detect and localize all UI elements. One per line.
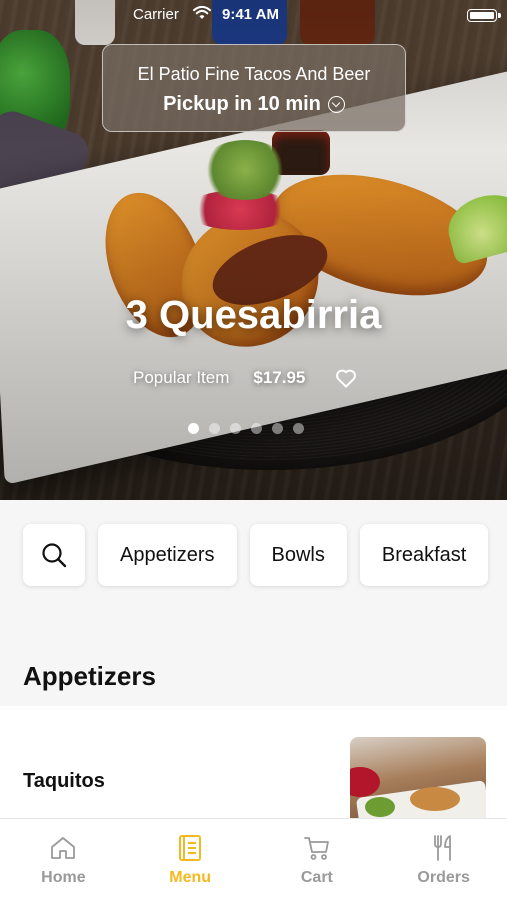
fork-knife-icon	[433, 835, 451, 861]
pickup-eta[interactable]: Pickup in 10 min	[163, 93, 345, 116]
tab-cart-label: Cart	[300, 869, 333, 886]
tab-orders[interactable]: Orders	[380, 819, 507, 900]
chevron-down-circle-icon	[327, 96, 345, 113]
tab-bar: Home Menu Cart Orders	[0, 818, 507, 900]
featured-dish-meta: Popular Item $17.95	[133, 368, 357, 388]
battery-icon	[467, 9, 501, 22]
section-title: Appetizers	[23, 661, 156, 691]
home-icon	[51, 837, 76, 859]
carrier-label: Carrier	[133, 6, 179, 23]
tab-home-label: Home	[41, 869, 86, 886]
restaurant-name: El Patio Fine Tacos And Beer	[137, 64, 371, 84]
status-bar: Carrier 9:41 AM	[0, 4, 507, 26]
photo-decor	[365, 797, 395, 817]
photo-decor	[410, 787, 460, 811]
heart-icon[interactable]	[335, 368, 357, 388]
photo-decor	[350, 767, 380, 797]
featured-price: $17.95	[253, 368, 306, 387]
category-chips: Appetizers Bowls Breakfast	[23, 524, 489, 586]
hero-banner[interactable]: Carrier 9:41 AM El Patio Fine Tacos And …	[0, 0, 507, 500]
carousel-dot[interactable]	[251, 423, 262, 434]
carousel-dot[interactable]	[230, 423, 241, 434]
tab-home[interactable]: Home	[0, 819, 127, 900]
menu-book-icon	[179, 835, 202, 861]
carousel-dot[interactable]	[272, 423, 283, 434]
tab-orders-label: Orders	[417, 869, 470, 886]
clock-label: 9:41 AM	[222, 6, 279, 23]
pickup-card[interactable]: El Patio Fine Tacos And Beer Pickup in 1…	[102, 44, 406, 132]
tab-cart[interactable]: Cart	[254, 819, 381, 900]
featured-tag: Popular Item	[133, 368, 230, 387]
carousel-dots[interactable]	[188, 423, 304, 434]
cart-icon	[303, 837, 329, 860]
carousel-dot[interactable]	[293, 423, 304, 434]
wifi-icon	[193, 6, 211, 19]
menu-item-photo[interactable]	[350, 737, 486, 825]
category-chip-breakfast[interactable]: Breakfast	[359, 524, 489, 586]
category-chip-bowls[interactable]: Bowls	[249, 524, 347, 586]
carousel-dot[interactable]	[209, 423, 220, 434]
search-button[interactable]	[23, 524, 85, 586]
menu-item-name[interactable]: Taquitos	[23, 770, 105, 793]
pickup-eta-label: Pickup in 10 min	[163, 93, 321, 115]
carousel-dot[interactable]	[188, 423, 199, 434]
featured-dish-title: 3 Quesabirria	[125, 293, 382, 337]
category-chip-appetizers[interactable]: Appetizers	[98, 524, 237, 586]
tab-menu[interactable]: Menu	[127, 819, 254, 900]
tab-menu-label: Menu	[169, 869, 212, 886]
search-icon	[42, 543, 67, 568]
